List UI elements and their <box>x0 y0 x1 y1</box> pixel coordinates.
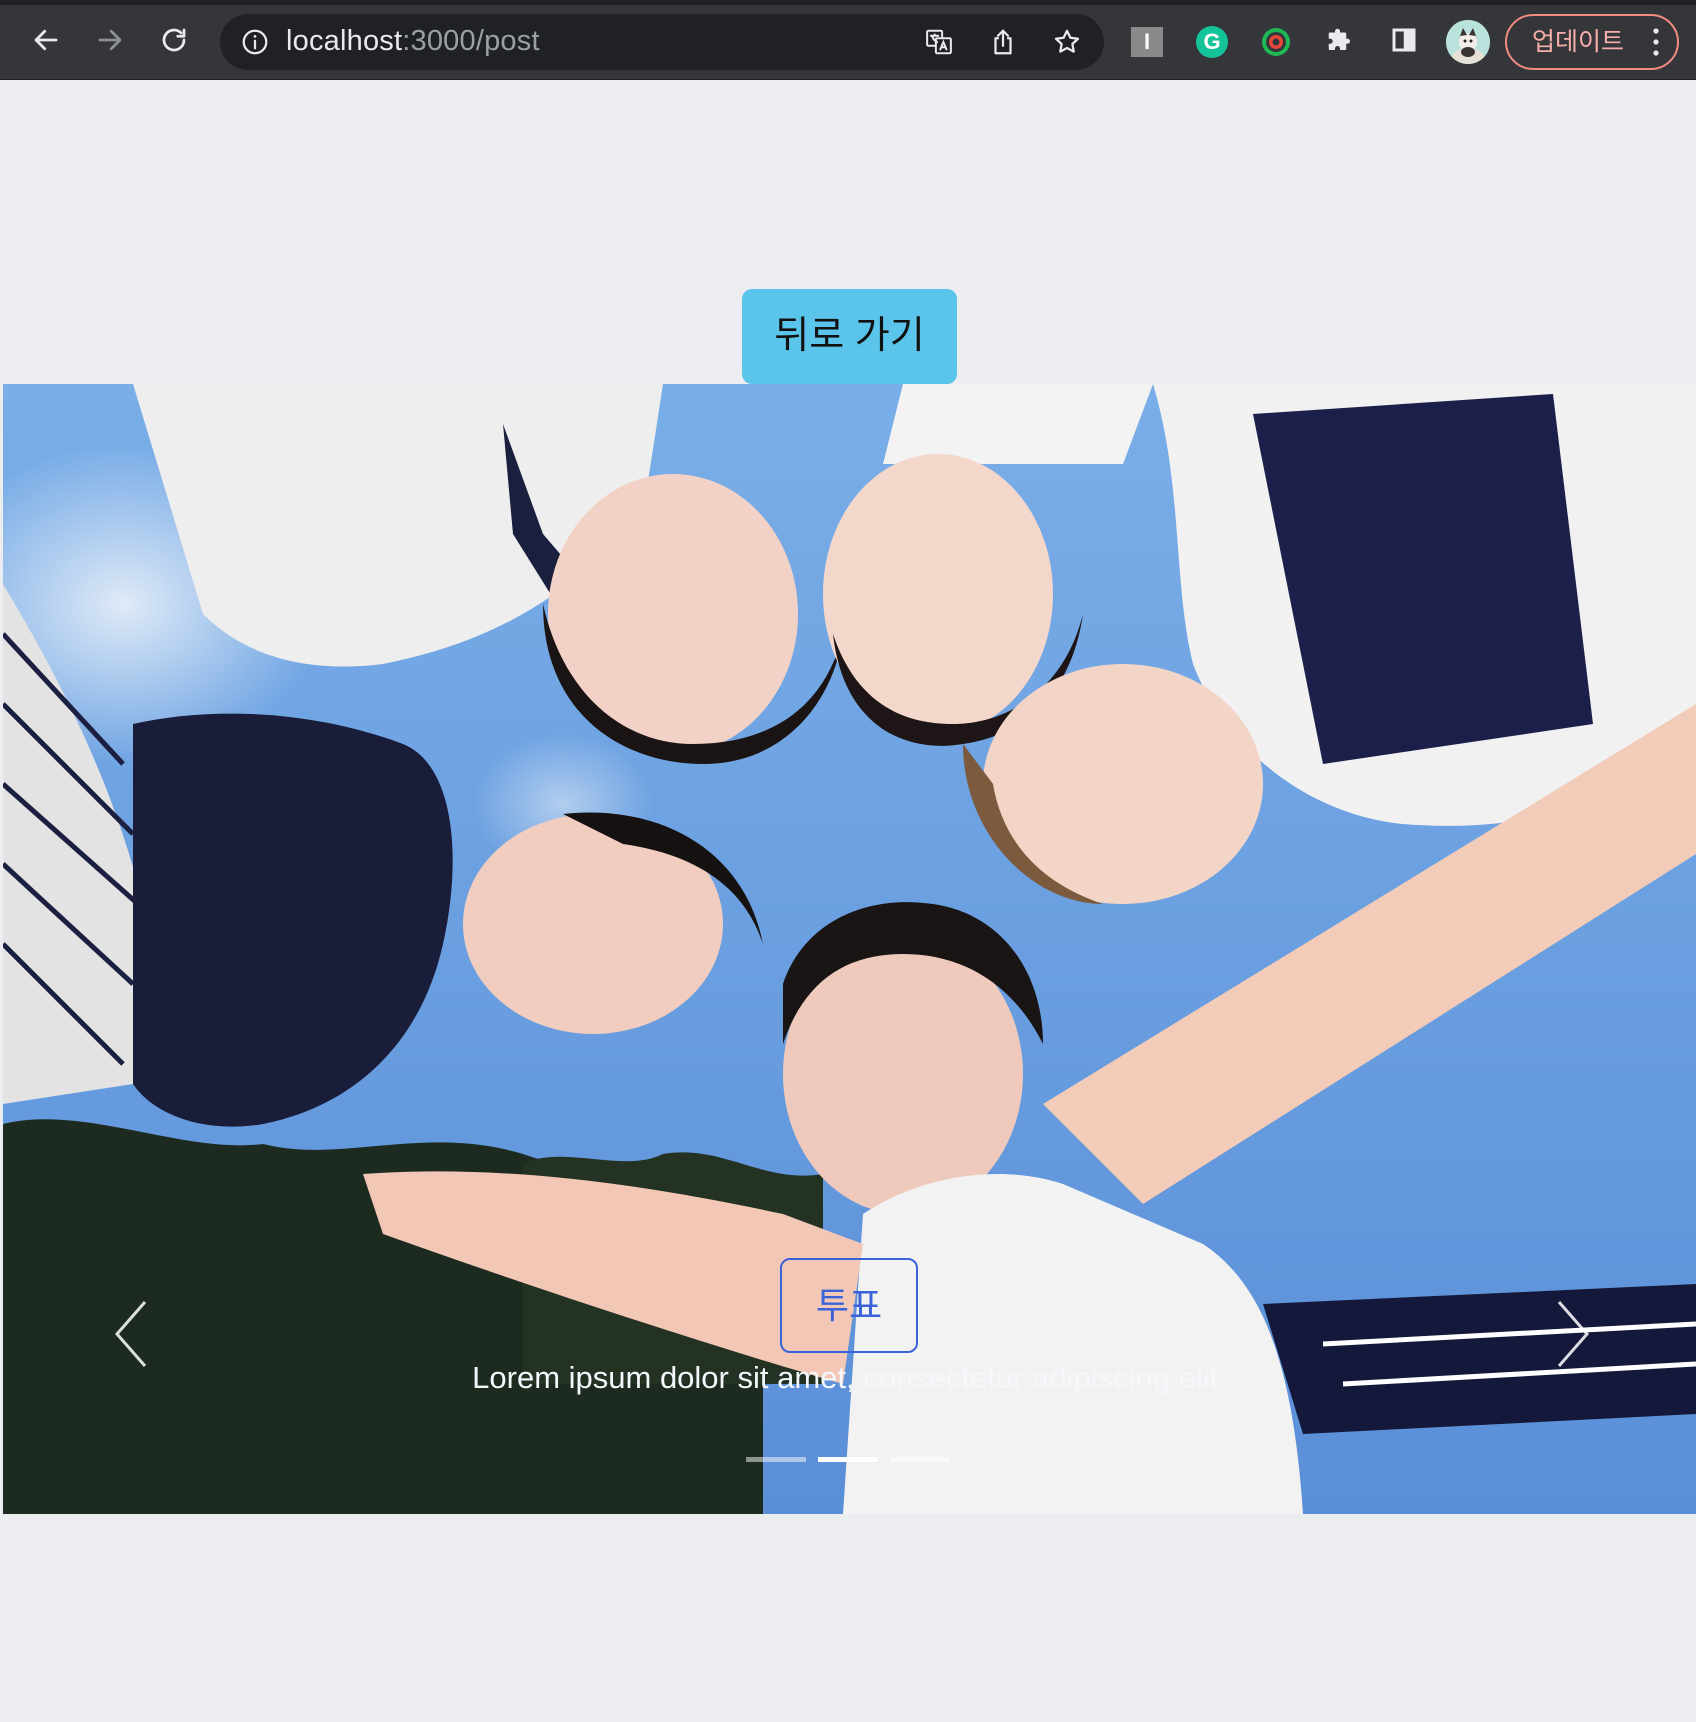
grammarly-extension-icon[interactable]: G <box>1196 26 1228 58</box>
bookmark-star-icon[interactable] <box>1052 27 1082 57</box>
side-panel-icon[interactable] <box>1378 14 1430 66</box>
url-text[interactable]: localhost:3000/post <box>286 25 540 58</box>
browser-toolbar: localhost:3000/post I G 업데이트 <box>0 0 1696 80</box>
address-bar[interactable]: localhost:3000/post <box>220 14 1104 70</box>
carousel-caption: Lorem ipsum dolor sit amet, consectetur … <box>472 1360 1227 1395</box>
carousel-indicator-1[interactable] <box>746 1457 806 1462</box>
extension-i-icon[interactable]: I <box>1131 27 1163 57</box>
target-extension-icon[interactable] <box>1260 26 1292 58</box>
carousel-indicator-2[interactable] <box>818 1457 878 1462</box>
extensions-puzzle-icon[interactable] <box>1314 14 1366 66</box>
vote-button[interactable]: 투표 <box>780 1258 918 1353</box>
profile-avatar[interactable] <box>1446 20 1490 64</box>
site-info-icon[interactable] <box>240 27 270 57</box>
more-menu-icon[interactable] <box>1653 28 1659 56</box>
update-button-label: 업데이트 <box>1532 27 1625 56</box>
carousel-indicator-3[interactable] <box>890 1457 950 1462</box>
share-icon[interactable] <box>988 27 1018 57</box>
url-path: :3000/post <box>402 25 540 57</box>
translate-icon[interactable] <box>924 27 954 57</box>
reload-icon[interactable] <box>148 14 200 66</box>
url-host: localhost <box>286 25 403 57</box>
forward-arrow-icon[interactable] <box>84 14 136 66</box>
tab-strip <box>0 0 1696 5</box>
back-arrow-icon[interactable] <box>20 14 72 66</box>
update-button[interactable]: 업데이트 <box>1505 14 1679 70</box>
back-button[interactable]: 뒤로 가기 <box>742 289 957 384</box>
